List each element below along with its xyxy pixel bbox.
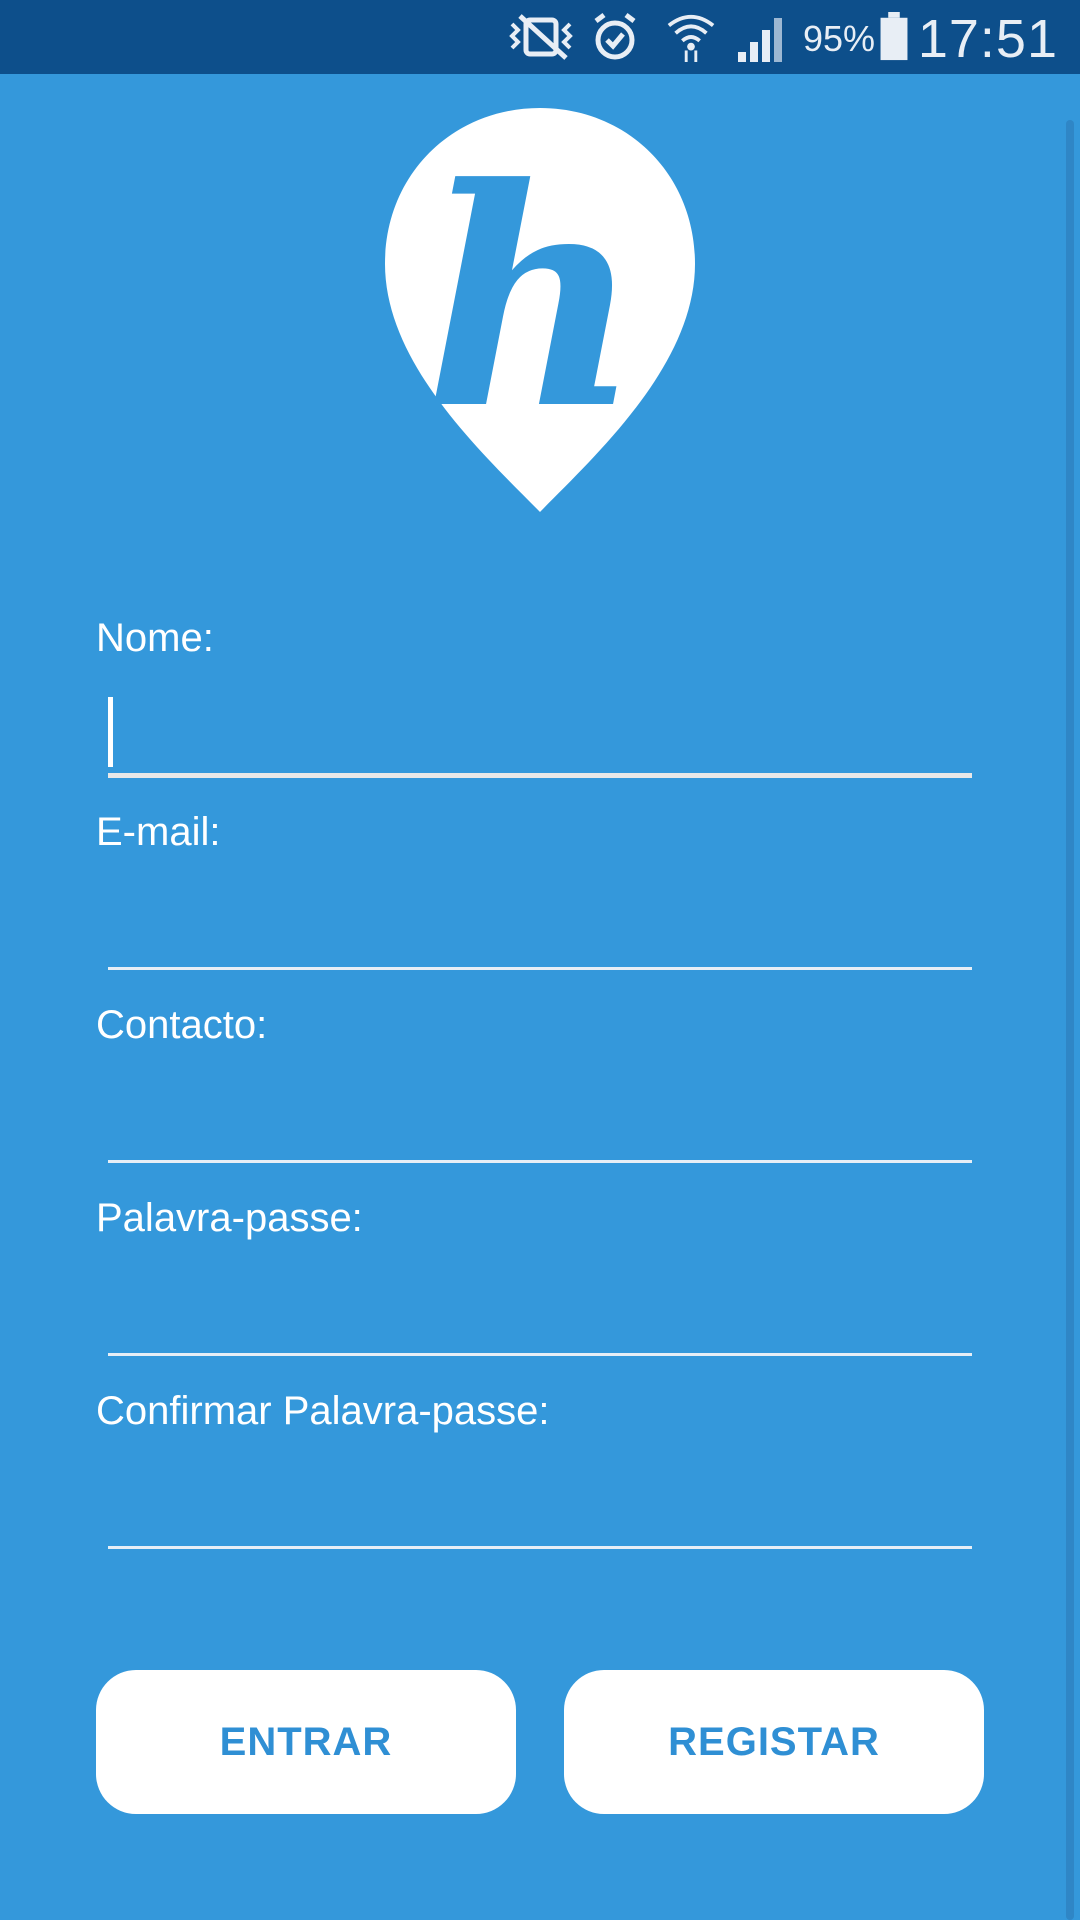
status-clock: 17:51 <box>917 9 1058 69</box>
map-pin-logo-icon: h <box>385 108 695 512</box>
status-bar: 95% 17:51 <box>0 0 1080 74</box>
name-label: Nome: <box>96 616 214 660</box>
vibrate-muted-icon <box>509 14 573 60</box>
wifi-icon <box>667 14 715 62</box>
email-input[interactable] <box>108 900 972 970</box>
password-input[interactable] <box>108 1286 972 1356</box>
contact-label: Contacto: <box>96 1003 268 1047</box>
password-label: Palavra-passe: <box>96 1196 363 1240</box>
alarm-icon <box>594 13 636 60</box>
logo-letter: h <box>424 122 642 475</box>
login-button[interactable]: ENTRAR <box>96 1670 516 1814</box>
text-cursor <box>108 697 113 767</box>
contact-input[interactable] <box>108 1093 972 1163</box>
signal-icon <box>738 18 782 62</box>
confirm-password-label: Confirmar Palavra-passe: <box>96 1389 550 1433</box>
battery-percentage: 95% <box>803 18 876 59</box>
name-input[interactable] <box>108 708 972 778</box>
email-label: E-mail: <box>96 810 221 854</box>
register-button[interactable]: REGISTAR <box>564 1670 984 1814</box>
battery-icon <box>880 12 908 61</box>
confirm-password-input[interactable] <box>108 1479 972 1549</box>
scrollbar[interactable] <box>1066 120 1074 1920</box>
